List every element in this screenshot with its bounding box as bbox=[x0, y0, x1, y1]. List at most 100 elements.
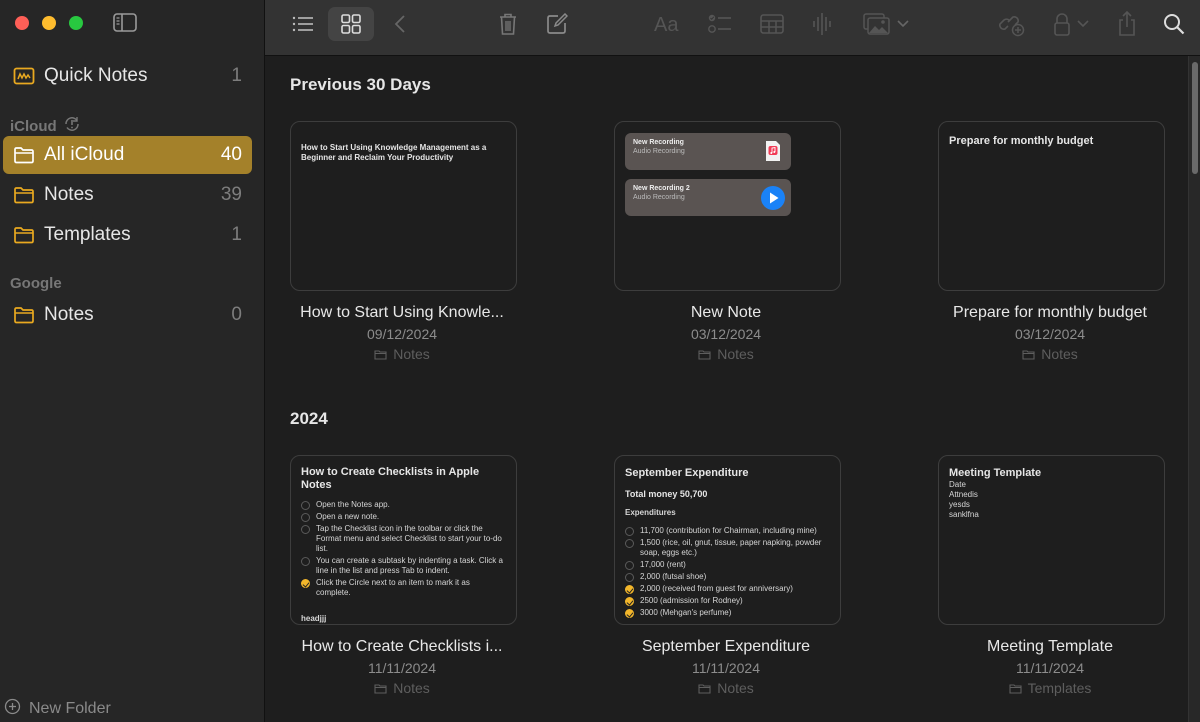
main-pane: Aa Previous 30 Days How to Start Using K… bbox=[265, 0, 1200, 722]
gallery-view-button[interactable] bbox=[328, 7, 374, 41]
checkbox-checked[interactable] bbox=[301, 579, 310, 588]
checkbox[interactable] bbox=[625, 539, 634, 548]
sidebar-toggle-icon[interactable] bbox=[113, 13, 137, 33]
note-date: 09/12/2024 bbox=[366, 326, 438, 342]
sidebar-item-quick-notes[interactable]: Quick Notes 1 bbox=[3, 57, 252, 95]
note-preview-line: Date bbox=[949, 480, 966, 489]
checkbox[interactable] bbox=[301, 501, 310, 510]
notes-gallery: Previous 30 Days How to Start Using Know… bbox=[265, 56, 1188, 722]
recording-subtitle: Audio Recording bbox=[633, 194, 685, 201]
sidebar-item-google-notes[interactable]: Notes 0 bbox=[3, 296, 252, 334]
checklist-item: Click the Circle next to an item to mark… bbox=[301, 578, 506, 598]
sidebar: Quick Notes 1 iCloud All iCloud 40 Notes… bbox=[0, 0, 265, 722]
list-view-button[interactable] bbox=[289, 8, 317, 40]
chevron-down-icon bbox=[1077, 20, 1089, 28]
note-card[interactable]: September Expenditure Total money 50,700… bbox=[614, 455, 841, 625]
notes-app: Quick Notes 1 iCloud All iCloud 40 Notes… bbox=[0, 0, 1200, 722]
checkbox[interactable] bbox=[301, 557, 310, 566]
vertical-scrollbar[interactable] bbox=[1188, 56, 1200, 722]
sidebar-item-all-icloud[interactable]: All iCloud 40 bbox=[3, 136, 252, 174]
chevron-down-icon bbox=[897, 20, 909, 28]
checkbox-checked[interactable] bbox=[625, 609, 634, 618]
format-button[interactable]: Aa bbox=[653, 8, 683, 40]
note-preview-line: Attnedis bbox=[949, 490, 978, 499]
note-date: 11/11/2024 bbox=[368, 660, 436, 676]
play-icon bbox=[761, 186, 785, 210]
audio-recording-button[interactable] bbox=[811, 8, 833, 40]
back-button[interactable] bbox=[390, 8, 410, 40]
new-folder-button[interactable]: New Folder bbox=[4, 698, 111, 720]
checkbox-checked[interactable] bbox=[625, 585, 634, 594]
note-title[interactable]: How to Create Checklists i... bbox=[272, 638, 532, 656]
toolbar: Aa bbox=[265, 0, 1200, 56]
quick-notes-icon bbox=[13, 67, 35, 85]
collaborate-icon bbox=[999, 16, 1025, 37]
lock-button[interactable] bbox=[1051, 8, 1091, 40]
folder-icon bbox=[1009, 683, 1022, 694]
delete-button[interactable] bbox=[497, 8, 519, 40]
note-date: 03/12/2024 bbox=[1014, 326, 1086, 342]
note-preview: How to Create Checklists in Apple Notes … bbox=[301, 466, 506, 624]
svg-text:Aa: Aa bbox=[654, 14, 679, 34]
note-title[interactable]: Meeting Template bbox=[920, 638, 1180, 656]
folder-icon bbox=[1022, 349, 1035, 360]
text-format-icon: Aa bbox=[654, 14, 679, 34]
note-title[interactable]: New Note bbox=[596, 304, 856, 322]
plus-circle-icon bbox=[4, 698, 21, 720]
group-title: Previous 30 Days bbox=[290, 75, 431, 94]
note-card[interactable]: How to Start Using Knowledge Management … bbox=[290, 121, 517, 291]
checklist-icon bbox=[708, 14, 731, 33]
checkbox[interactable] bbox=[625, 573, 634, 582]
search-button[interactable] bbox=[1162, 8, 1186, 40]
note-title[interactable]: September Expenditure bbox=[596, 638, 856, 656]
sidebar-item-label: All iCloud bbox=[44, 144, 125, 165]
checklist-button[interactable] bbox=[707, 8, 733, 40]
note-preview-line: sanklfna bbox=[949, 510, 979, 519]
collaborate-button[interactable] bbox=[999, 8, 1025, 40]
compose-icon bbox=[547, 13, 568, 34]
group-title: 2024 bbox=[290, 409, 328, 428]
checkbox[interactable] bbox=[625, 527, 634, 536]
share-button[interactable] bbox=[1115, 8, 1139, 40]
checkbox[interactable] bbox=[301, 525, 310, 534]
checklist-item: 17,000 (rent) bbox=[625, 560, 833, 570]
folder-icon bbox=[13, 146, 35, 164]
note-title[interactable]: How to Start Using Knowle... bbox=[272, 304, 532, 322]
note-folder: Templates bbox=[920, 680, 1180, 696]
sync-status-icon[interactable] bbox=[63, 115, 81, 137]
note-card[interactable]: How to Create Checklists in Apple Notes … bbox=[290, 455, 517, 625]
audio-recording-attachment[interactable]: New Recording Audio Recording bbox=[625, 133, 791, 170]
note-preview: September Expenditure Total money 50,700… bbox=[625, 466, 833, 618]
minimize-window-button[interactable] bbox=[42, 16, 56, 30]
note-card[interactable]: New Recording Audio Recording New Record… bbox=[614, 121, 841, 291]
sidebar-item-count: 1 bbox=[231, 224, 242, 245]
note-folder: Notes bbox=[272, 680, 532, 696]
list-icon bbox=[292, 16, 313, 32]
close-window-button[interactable] bbox=[15, 16, 29, 30]
table-button[interactable] bbox=[759, 8, 785, 40]
sidebar-item-label: Notes bbox=[44, 184, 94, 205]
zoom-window-button[interactable] bbox=[69, 16, 83, 30]
folder-icon bbox=[374, 683, 387, 694]
note-preview-heading: How to Start Using Knowledge Management … bbox=[301, 143, 487, 162]
note-preview-section: Expenditures bbox=[625, 508, 676, 517]
compose-button[interactable] bbox=[545, 8, 569, 40]
checkbox[interactable] bbox=[625, 561, 634, 570]
note-card[interactable]: Prepare for monthly budget bbox=[938, 121, 1165, 291]
audio-recording-attachment[interactable]: New Recording 2 Audio Recording bbox=[625, 179, 791, 216]
note-title[interactable]: Prepare for monthly budget bbox=[920, 304, 1180, 322]
checkbox[interactable] bbox=[301, 513, 310, 522]
scrollbar-thumb[interactable] bbox=[1192, 62, 1198, 174]
checklist: 11,700 (contribution for Chairman, inclu… bbox=[625, 526, 833, 618]
sidebar-item-count: 1 bbox=[231, 65, 242, 86]
checklist-item: 2500 (admission for Rodney) bbox=[625, 596, 833, 606]
note-preview-subheading: Total money 50,700 bbox=[625, 489, 708, 499]
note-preview-heading: Prepare for monthly budget bbox=[949, 135, 1094, 147]
sidebar-item-notes[interactable]: Notes 39 bbox=[3, 176, 252, 214]
checkbox-checked[interactable] bbox=[625, 597, 634, 606]
note-card[interactable]: Meeting Template Date Attnedis yesds san… bbox=[938, 455, 1165, 625]
checklist-item: 2,000 (futsal shoe) bbox=[625, 572, 833, 582]
sidebar-item-templates[interactable]: Templates 1 bbox=[3, 216, 252, 254]
sidebar-item-count: 0 bbox=[231, 304, 242, 325]
media-button[interactable] bbox=[861, 8, 911, 40]
